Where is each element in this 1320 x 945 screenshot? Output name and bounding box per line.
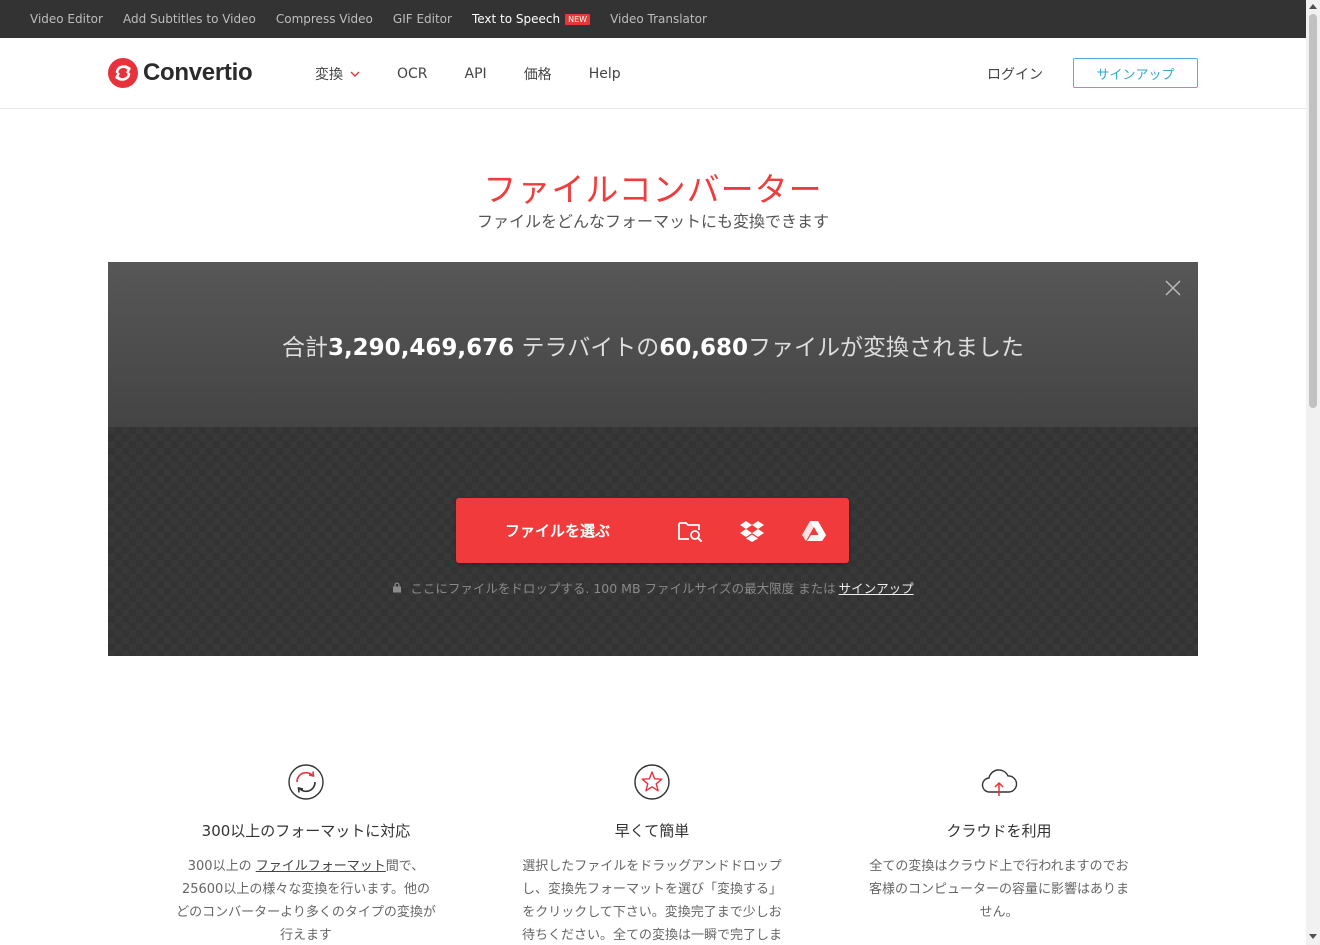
converter-panel: 合計3,290,469,676 テラバイトの60,680ファイルが変換されました… [108, 262, 1198, 656]
nav-help[interactable]: Help [589, 66, 621, 82]
nav-api[interactable]: API [465, 66, 487, 82]
star-icon [634, 764, 670, 800]
feature-title: クラウドを利用 [946, 822, 1052, 840]
refresh-icon [288, 764, 324, 800]
feature-title: 300以上のフォーマットに対応 [201, 822, 411, 840]
feature-text: 全ての変換はクラウド上で行われますのでお客様のコンピューターの容量に影響はありま… [869, 859, 1130, 920]
login-link[interactable]: ログイン [987, 64, 1043, 84]
drop-hint-signup-link[interactable]: サインアップ [839, 578, 914, 597]
from-google-drive-button[interactable] [783, 498, 845, 563]
feature-title: 早くて簡単 [614, 822, 690, 840]
topbar-link-gif-editor[interactable]: GIF Editor [393, 12, 452, 26]
feature-fast-easy: 早くて簡単 選択したファイルをドラッグアンドドロップし、変換先フォーマットを選び… [522, 762, 782, 945]
topbar-link-video-translator[interactable]: Video Translator [610, 12, 707, 26]
page-subtitle: ファイルをどんなフォーマットにも変換できます [476, 212, 829, 231]
google-drive-icon [802, 520, 826, 541]
nav-pricing[interactable]: 価格 [524, 64, 552, 84]
drop-hint-text: ここにファイルをドロップする. 100 MB ファイルサイズの最大限度 または [410, 581, 836, 596]
site-header: Convertio 変換 OCR API 価格 Help ログイン サインアップ [0, 38, 1306, 109]
feature-text: 選択したファイルをドラッグアンドドロップし、変換先フォーマットを選び「変換する」… [522, 859, 783, 943]
main-nav: 変換 OCR API 価格 Help [315, 64, 658, 84]
top-product-bar: Video Editor Add Subtitles to Video Comp… [0, 0, 1306, 38]
topbar-link-compress-video[interactable]: Compress Video [276, 12, 373, 26]
signup-button[interactable]: サインアップ [1073, 58, 1198, 88]
topbar-link-text-to-speech-label: Text to Speech [471, 12, 561, 26]
drop-hint: ここにファイルをドロップする. 100 MB ファイルサイズの最大限度 または … [108, 578, 1198, 597]
page-title: ファイルコンバーター [483, 170, 823, 209]
from-dropbox-button[interactable] [721, 498, 783, 563]
scroll-down-arrow[interactable] [1309, 934, 1317, 939]
close-icon[interactable] [1164, 279, 1182, 297]
lock-icon [393, 582, 402, 593]
chevron-down-icon [350, 71, 360, 77]
feature-text: 300以上の ファイルフォーマット間で、25600以上の様々な変換を行います。他… [176, 855, 436, 945]
logo-text: Convertio [143, 59, 253, 86]
convertio-logo-icon [108, 58, 138, 88]
scrollbar[interactable] [1306, 0, 1320, 945]
cloud-upload-icon [981, 769, 1018, 796]
from-computer-button[interactable] [659, 498, 721, 563]
scroll-thumb[interactable] [1309, 14, 1317, 408]
topbar-link-add-subtitles[interactable]: Add Subtitles to Video [123, 12, 256, 26]
stats-files: 60,680 [659, 335, 749, 361]
topbar-link-text-to-speech[interactable]: Text to Speech NEW [471, 12, 591, 26]
stats-terabytes: 3,290,469,676 [327, 335, 515, 361]
file-formats-link[interactable]: ファイルフォーマット [256, 859, 386, 874]
stats-prefix: 合計 [281, 335, 328, 361]
nav-convert-label: 変換 [315, 67, 343, 83]
scroll-up-arrow[interactable] [1309, 4, 1317, 9]
stats-middle: テラバイトの [514, 335, 660, 361]
file-picker: ファイルを選ぶ [456, 498, 849, 563]
topbar-link-video-editor[interactable]: Video Editor [30, 12, 103, 26]
feature-cloud: クラウドを利用 全ての変換はクラウド上で行われますのでお客様のコンピューターの容… [869, 762, 1129, 924]
stats-suffix: ファイルが変換されました [748, 335, 1025, 361]
feature-text-before: 300以上の [187, 859, 252, 874]
choose-files-button[interactable]: ファイルを選ぶ [456, 520, 659, 541]
new-badge: NEW [565, 13, 591, 25]
folder-search-icon [678, 521, 702, 542]
conversion-stats: 合計3,290,469,676 テラバイトの60,680ファイルが変換されました [108, 328, 1198, 362]
logo[interactable]: Convertio [108, 58, 253, 88]
nav-convert[interactable]: 変換 [315, 64, 360, 84]
nav-ocr[interactable]: OCR [397, 66, 428, 82]
feature-formats: 300以上のフォーマットに対応 300以上の ファイルフォーマット間で、2560… [176, 762, 436, 945]
dropbox-icon [740, 520, 764, 542]
